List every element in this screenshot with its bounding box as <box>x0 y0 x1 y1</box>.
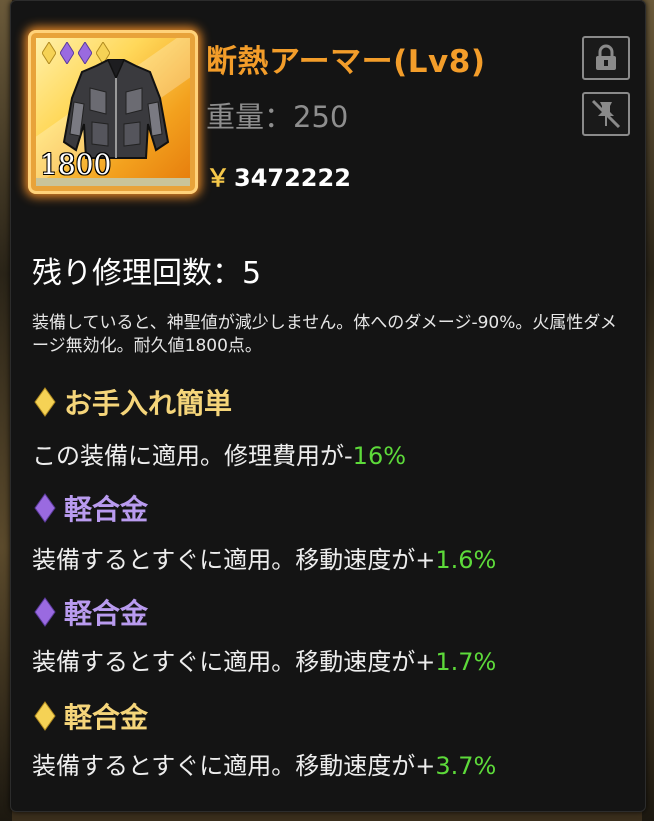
item-name: 断熱アーマー(Lv8) <box>206 44 486 80</box>
lock-button[interactable] <box>582 36 630 80</box>
stat-title-light-alloy: 軽合金 <box>34 488 148 528</box>
stat-title-easy-care: お手入れ簡単 <box>34 382 232 422</box>
stat-description: この装備に適用。修理費用が-16% <box>32 436 406 471</box>
stat-value: 1.6% <box>435 546 497 574</box>
stat-title-light-alloy: 軽合金 <box>34 592 148 632</box>
stat-description-text: 装備するとすぐに適用。移動速度が+ <box>32 546 436 574</box>
item-weight: 重量：250 <box>206 100 349 134</box>
stat-description: 装備するとすぐに適用。移動速度が+3.7% <box>32 746 496 781</box>
stat-title-label: 軽合金 <box>64 597 149 630</box>
stat-title-label: 軽合金 <box>64 701 149 734</box>
stat-title-light-alloy: 軽合金 <box>34 696 148 736</box>
lock-icon <box>596 44 616 70</box>
item-count-label: 1800 <box>40 148 112 181</box>
gold-gem-icon <box>34 387 56 417</box>
unpin-button[interactable] <box>582 92 630 136</box>
repair-count: 残り修理回数：5 <box>32 256 262 291</box>
stat-description-text: 装備するとすぐに適用。移動速度が+ <box>32 648 436 676</box>
stat-description: 装備するとすぐに適用。移動速度が+1.6% <box>32 540 496 575</box>
item-description: 装備していると、神聖値が減少しません。体へのダメージ-90%。火属性ダメージ無効… <box>32 313 617 356</box>
item-icon-frame[interactable]: 1800 <box>28 30 198 194</box>
stat-description-text: 装備するとすぐに適用。移動速度が+ <box>32 752 436 780</box>
stat-value: 16% <box>352 442 407 470</box>
stat-description: 装備するとすぐに適用。移動速度が+1.7% <box>32 642 496 677</box>
item-price: ￥ 3472222 <box>206 158 351 193</box>
stat-value: 1.7% <box>435 648 497 676</box>
stat-description-text: この装備に適用。修理費用が- <box>32 442 353 470</box>
purple-gem-icon <box>34 597 56 627</box>
item-price-value: 3472222 <box>234 164 351 192</box>
stat-title-label: お手入れ簡単 <box>64 387 233 420</box>
purple-gem-icon <box>34 493 56 523</box>
gold-gem-icon <box>34 701 56 731</box>
yen-icon: ￥ <box>206 164 230 192</box>
stat-title-label: 軽合金 <box>64 493 149 526</box>
rarity-gem-gold-icon <box>42 42 56 64</box>
unpin-icon <box>591 99 621 129</box>
stat-value: 3.7% <box>435 752 497 780</box>
item-icon-background: 1800 <box>36 38 190 186</box>
